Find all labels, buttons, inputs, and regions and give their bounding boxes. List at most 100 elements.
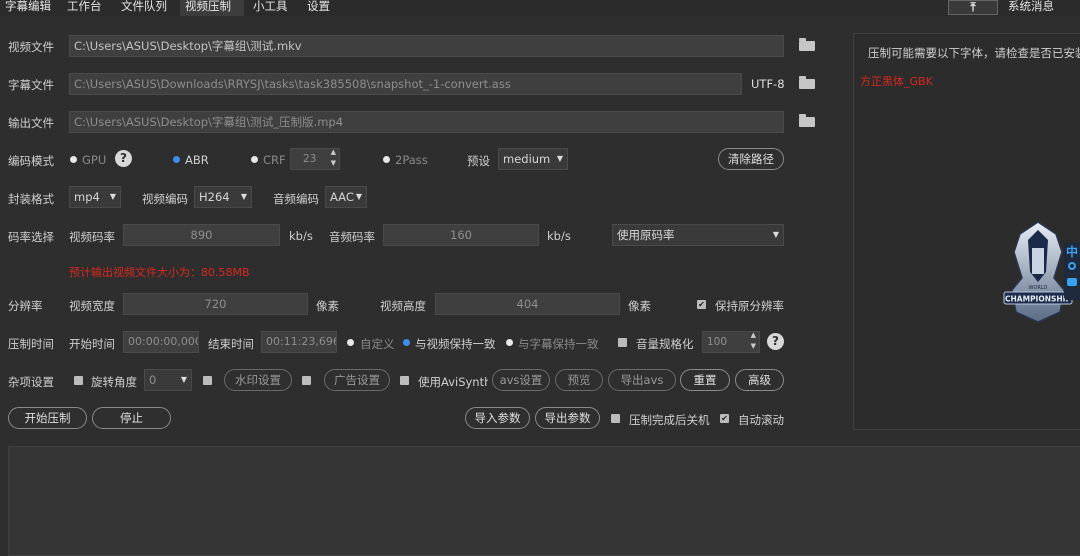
container-value: mp4 <box>74 190 100 204</box>
preset-label: 预设 <box>467 154 490 168</box>
video-codec-select[interactable]: H264 ▼ <box>194 186 252 208</box>
width-label: 视频宽度 <box>69 299 115 313</box>
custom-radio[interactable] <box>347 339 354 346</box>
autoscroll-checkbox[interactable]: ✔ <box>720 414 729 423</box>
avisynth-checkbox[interactable] <box>400 376 409 385</box>
end-time-input[interactable]: 00:11:23,696 <box>261 331 337 353</box>
clear-path-button[interactable]: 清除路径 <box>718 148 784 170</box>
rotate-select[interactable]: 0 ▼ <box>144 369 192 391</box>
menu-workbench[interactable]: 工作台 <box>62 0 107 16</box>
preview-button[interactable]: 预览 <box>555 369 603 391</box>
shutdown-label: 压制完成后关机 <box>629 413 710 427</box>
height-label: 视频高度 <box>380 299 426 313</box>
start-time-label: 开始时间 <box>69 337 115 351</box>
reset-button[interactable]: 重置 <box>680 369 730 391</box>
system-messages[interactable]: 系统消息 <box>1003 0 1059 16</box>
folder-open-icon[interactable] <box>799 38 815 51</box>
video-bitrate-label: 视频码率 <box>69 230 115 244</box>
advanced-button[interactable]: 高级 <box>735 369 784 391</box>
menu-video-compress[interactable]: 视频压制 <box>180 0 244 16</box>
misc-label: 杂项设置 <box>8 375 54 389</box>
bitrate-label: 码率选择 <box>8 230 54 244</box>
menu-subtitle-edit[interactable]: 字幕编辑 <box>0 0 56 16</box>
start-compress-button[interactable]: 开始压制 <box>8 407 87 429</box>
avisynth-label: 使用AviSynth <box>418 375 488 389</box>
preset-select[interactable]: medium ▼ <box>498 148 568 170</box>
same-video-radio[interactable] <box>403 339 410 346</box>
chevron-down-icon: ▼ <box>355 192 362 201</box>
ad-checkbox[interactable] <box>302 376 311 385</box>
help-icon[interactable]: ? <box>767 333 784 350</box>
preset-value: medium <box>503 152 551 166</box>
size-estimate: 预计输出视频文件大小为：80.58MB <box>69 266 250 279</box>
watermark-checkbox[interactable] <box>203 376 212 385</box>
export-avs-button[interactable]: 导出avs <box>608 369 676 391</box>
volume-normalize-checkbox[interactable] <box>618 338 627 347</box>
side-tab-label[interactable]: 中 <box>1066 243 1078 260</box>
keep-resolution-checkbox[interactable]: ✔ <box>697 300 706 309</box>
height-input[interactable]: 404 <box>435 293 620 315</box>
export-params-button[interactable]: 导出参数 <box>535 407 600 429</box>
autoscroll-label: 自动滚动 <box>738 413 784 427</box>
folder-open-icon[interactable] <box>799 114 815 127</box>
rotate-value: 0 <box>149 373 157 387</box>
chevron-down-icon: ▼ <box>556 154 563 163</box>
output-file-input[interactable]: C:\Users\ASUS\Desktop\字幕组\测试_压制版.mp4 <box>69 111 784 133</box>
audio-codec-value: AAC <box>330 190 354 204</box>
same-video-label: 与视频保持一致 <box>415 337 496 351</box>
crf-value: 23 <box>303 153 317 165</box>
volume-spinbox[interactable]: 100 ▲ ▼ <box>702 331 760 353</box>
time-label: 压制时间 <box>8 337 54 351</box>
subtitle-encoding[interactable]: UTF-8 <box>751 77 785 91</box>
shutdown-checkbox[interactable] <box>611 414 620 423</box>
chevron-down-icon: ▼ <box>180 375 187 384</box>
subtitle-file-label: 字幕文件 <box>8 78 54 92</box>
side-toolbar[interactable]: 中 <box>1064 242 1080 300</box>
subtitle-file-input[interactable]: C:\Users\ASUS\Downloads\RRYSJ\tasks\task… <box>69 73 742 95</box>
menu-settings[interactable]: 设置 <box>302 0 335 16</box>
container-label: 封装格式 <box>8 192 54 206</box>
menu-bar: 字幕编辑 工作台 文件队列 视频压制 小工具 设置 ⤒ 系统消息 <box>0 0 1080 16</box>
shirt-icon[interactable] <box>1067 278 1077 286</box>
stop-button[interactable]: 停止 <box>92 407 171 429</box>
video-bitrate-input[interactable]: 890 <box>123 224 280 246</box>
width-input[interactable]: 720 <box>123 293 308 315</box>
twopass-label: 2Pass <box>395 153 428 167</box>
ad-settings-button[interactable]: 广告设置 <box>324 369 390 391</box>
video-file-input[interactable]: C:\Users\ASUS\Desktop\字幕组\测试.mkv <box>69 35 784 57</box>
help-icon[interactable]: ? <box>115 150 132 167</box>
same-subtitle-radio[interactable] <box>506 339 513 346</box>
video-file-label: 视频文件 <box>8 40 54 54</box>
twopass-radio[interactable] <box>383 156 390 163</box>
audio-bitrate-input[interactable]: 160 <box>383 224 539 246</box>
encode-mode-label: 编码模式 <box>8 154 54 168</box>
start-time-input[interactable]: 00:00:00,000 <box>123 331 199 353</box>
avs-settings-button[interactable]: avs设置 <box>492 369 550 391</box>
missing-font: 方正黑体_GBK <box>860 75 933 88</box>
menu-file-queue[interactable]: 文件队列 <box>116 0 172 16</box>
output-file-label: 输出文件 <box>8 116 54 130</box>
log-output-area[interactable] <box>8 446 1080 556</box>
audio-mode-select[interactable]: 使用原码率 ▼ <box>612 224 784 246</box>
watermark-settings-button[interactable]: 水印设置 <box>224 369 292 391</box>
crf-radio[interactable] <box>251 156 258 163</box>
font-notice: 压制可能需要以下字体，请检查是否已安装 <box>868 46 1080 60</box>
custom-label: 自定义 <box>360 337 395 351</box>
pin-icon[interactable]: ⤒ <box>948 0 998 15</box>
video-codec-value: H264 <box>199 190 230 204</box>
rotate-checkbox[interactable] <box>74 376 83 385</box>
container-select[interactable]: mp4 ▼ <box>69 186 121 208</box>
gpu-radio[interactable] <box>70 156 77 163</box>
audio-bitrate-label: 音频码率 <box>329 230 375 244</box>
crf-spinbox[interactable]: 23 ▲ ▼ <box>290 148 340 170</box>
import-params-button[interactable]: 导入参数 <box>465 407 530 429</box>
abr-radio[interactable] <box>173 156 180 163</box>
circle-icon[interactable] <box>1068 262 1076 270</box>
height-unit: 像素 <box>628 299 651 313</box>
chevron-down-icon: ▼ <box>109 192 116 201</box>
rotate-label: 旋转角度 <box>91 375 137 389</box>
same-subtitle-label: 与字幕保持一致 <box>518 337 599 351</box>
audio-codec-select[interactable]: AAC ▼ <box>325 186 367 208</box>
folder-open-icon[interactable] <box>799 76 815 89</box>
menu-tools[interactable]: 小工具 <box>248 0 293 16</box>
